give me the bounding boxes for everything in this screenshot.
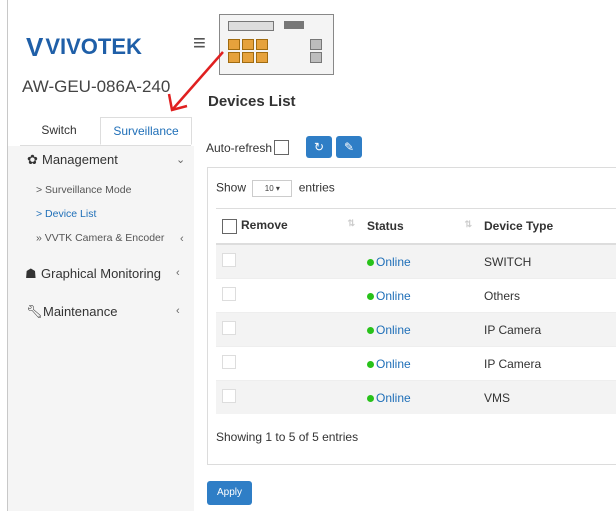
tab-switch[interactable]: Switch [20,117,98,143]
column-label: Device Type [484,219,554,233]
chevron-left-icon: ‹ [176,305,180,317]
remove-cell [216,380,361,414]
gear-icon: ✿ [27,152,38,167]
status-cell: Online [361,346,478,381]
table-row: Online VMS [216,380,616,414]
sidebar-item-graphical-monitoring[interactable]: ☗ Graphical Monitoring ‹ [8,263,194,285]
table-row: Online IP Camera [216,346,616,381]
sidebar: ✿ Management ⌄ > Surveillance Mode > Dev… [8,146,194,511]
chevron-down-icon: ⌄ [176,154,186,166]
column-status[interactable]: Status ⇅ [361,208,478,245]
table-row: Online IP Camera [216,312,616,347]
sidebar-item-surveillance-mode[interactable]: > Surveillance Mode [36,184,131,196]
row-checkbox[interactable] [222,287,236,301]
status-text: Online [376,390,411,405]
sidebar-item-maintenance[interactable]: 🔧︎ Maintenance ‹ [8,301,194,323]
edit-button[interactable]: ✎ [336,136,362,158]
table-info: Showing 1 to 5 of 5 entries [216,430,359,444]
page-title: Devices List [208,93,296,110]
sidebar-item-management[interactable]: ✿ Management ⌄ [8,148,194,170]
port-icon[interactable] [242,39,254,50]
tab-bar: Switch Surveillance [20,117,192,146]
status-text: Online [376,356,411,371]
status-text: Online [376,288,411,303]
column-label: Status [367,219,404,233]
remove-cell [216,243,361,279]
device-type-cell: IP Camera [478,312,616,347]
column-label: Remove [241,218,288,233]
remove-cell [216,278,361,313]
chevron-left-icon: ‹ [176,267,180,279]
sort-icon: ⇅ [347,218,355,229]
row-checkbox[interactable] [222,389,236,403]
auto-refresh-checkbox[interactable] [274,140,290,155]
device-type-cell: IP Camera [478,346,616,381]
status-dot-icon [367,326,374,334]
sfp-strip [284,21,304,29]
table-row: Online Others [216,278,616,313]
select-all-checkbox[interactable] [222,218,237,234]
chevron-left-icon: ‹ [180,233,184,245]
devices-table: Remove ⇅ Status ⇅ Device Type Online SWITC… [216,208,616,414]
status-dot-icon [367,360,374,368]
wrench-icon: 🔧︎ [26,304,43,319]
status-dot-icon [367,394,374,402]
sidebar-item-label: Management [42,152,118,167]
status-cell: Online [361,380,478,414]
remove-cell [216,312,361,347]
column-device-type[interactable]: Device Type [478,208,616,245]
sidebar-item-label: » VVTK Camera & Encoder [36,232,165,244]
switch-panel-image[interactable] [219,14,334,75]
status-text: Online [376,322,411,337]
row-checkbox[interactable] [222,321,236,335]
auto-refresh-control: Auto-refresh [206,140,290,155]
logo-mark: V [26,31,44,62]
sidebar-item-label: Graphical Monitoring [41,266,161,281]
sort-icon: ⇅ [464,219,472,229]
device-type-cell: Others [478,278,616,313]
device-model: AW-GEU-086A-240 [22,77,171,96]
apply-button[interactable]: Apply [207,481,252,505]
logo-text: VIVOTEK [45,34,142,59]
row-checkbox[interactable] [222,355,236,369]
status-cell: Online [361,243,478,279]
status-text: Online [376,254,411,269]
port-icon[interactable] [256,39,268,50]
remove-cell [216,346,361,381]
port-label-strip [228,21,274,31]
port-icon[interactable] [310,39,322,50]
auto-refresh-label: Auto-refresh [206,140,273,155]
port-icon[interactable] [310,52,322,63]
page-size-select[interactable]: 10 ▾ [252,180,293,197]
pencil-icon: ✎ [343,140,355,154]
page-size-value: 10 [264,184,274,193]
table-row: Online SWITCH [216,243,616,279]
port-icon[interactable] [242,52,254,63]
sidebar-item-device-list[interactable]: > Device List [36,208,96,220]
devices-panel: Show 10 ▾ entries Remove ⇅ Status ⇅ Device… [207,167,616,465]
status-dot-icon [367,258,374,266]
entries-label: entries [298,180,335,195]
device-type-cell: VMS [478,380,616,414]
refresh-icon: ↻ [313,140,325,154]
show-label: Show [216,180,247,195]
tab-surveillance[interactable]: Surveillance [100,117,192,145]
refresh-button[interactable]: ↻ [306,136,332,158]
status-dot-icon [367,292,374,300]
page-length-control: Show 10 ▾ entries [216,180,335,197]
sitemap-icon: ☗ [25,266,37,281]
column-remove[interactable]: Remove ⇅ [216,208,361,245]
status-cell: Online [361,312,478,347]
table-header-row: Remove ⇅ Status ⇅ Device Type [216,208,616,245]
port-icon[interactable] [256,52,268,63]
vivotek-logo: V VIVOTEK [26,30,176,64]
status-cell: Online [361,278,478,313]
port-icon[interactable] [228,39,240,50]
device-type-cell: SWITCH [478,243,616,279]
row-checkbox[interactable] [222,253,236,267]
sidebar-item-label: Maintenance [43,304,118,319]
sidebar-item-vvtk-camera[interactable]: » VVTK Camera & Encoder ‹ [8,231,194,249]
